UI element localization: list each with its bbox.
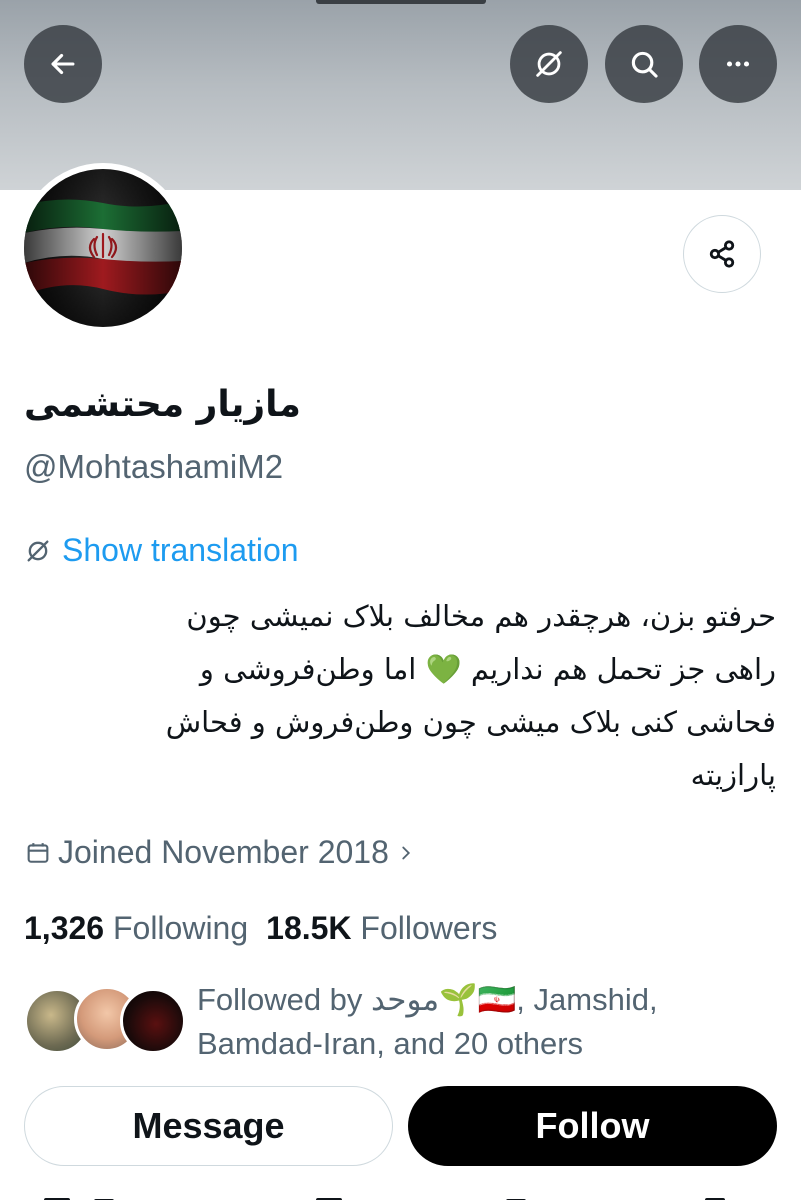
translate-button[interactable] [510,25,588,103]
joined-date-row[interactable]: Joined November 2018 [24,834,417,871]
followers-label: Followers [360,910,498,946]
share-button[interactable] [683,215,761,293]
more-button[interactable] [699,25,777,103]
search-button[interactable] [605,25,683,103]
avatar[interactable] [24,169,182,327]
iran-flag-image [24,169,182,327]
back-button[interactable] [24,25,102,103]
profile-bio: حرفتو بزن، هرچقدر هم مخالف بلاک نمیشی چو… [24,590,776,802]
bio-line: راهی جز تحمل هم نداریم 💚 اما وطن‌فروشی و [199,652,776,686]
profile-banner[interactable] [0,0,801,190]
status-notch [316,0,486,4]
followers-link[interactable]: 18.5K Followers [266,910,497,947]
globe-slash-icon [27,540,49,561]
following-link[interactable]: 1,326 Following [24,910,248,947]
follow-button[interactable]: Follow [408,1086,777,1166]
arrow-left-icon [51,53,75,75]
followed-by-text: Followed by موحد🌱🇮🇷, Jamshid, Bamdad-Ira… [197,978,777,1066]
joined-date-label: Joined November 2018 [58,834,389,870]
more-horizontal-icon [726,61,750,67]
show-translation-link[interactable]: Show translation [24,532,299,569]
show-translation-label[interactable]: Show translation [62,532,299,569]
bio-line: فحاشی کنی بلاک میشی چون وطن‌فروش و فحاش [165,705,776,739]
search-icon [631,51,658,78]
bio-line: پارازیته [690,758,776,792]
profile-handle: @MohtashamiM2 [24,448,284,485]
message-button[interactable]: Message [24,1086,393,1166]
chevron-right-icon [402,846,410,859]
display-name: مازیار محتشمی [24,384,301,425]
following-count: 1,326 [24,910,105,946]
following-label: Following [112,910,249,946]
calendar-icon [27,842,49,863]
followers-count: 18.5K [266,910,352,946]
followed-by-line: Bamdad-Iran, and 20 others [197,1026,584,1061]
profile-tabs-peek [0,1190,801,1200]
follower-avatar [120,988,186,1054]
bio-line: حرفتو بزن، هرچقدر هم مخالف بلاک نمیشی چو… [186,599,776,633]
follow-stats: 1,326 Following 18.5K Followers [24,910,497,947]
globe-slash-icon [536,51,562,77]
share-icon [709,240,735,268]
followed-by-line: Followed by موحد🌱🇮🇷, Jamshid, [197,982,658,1017]
